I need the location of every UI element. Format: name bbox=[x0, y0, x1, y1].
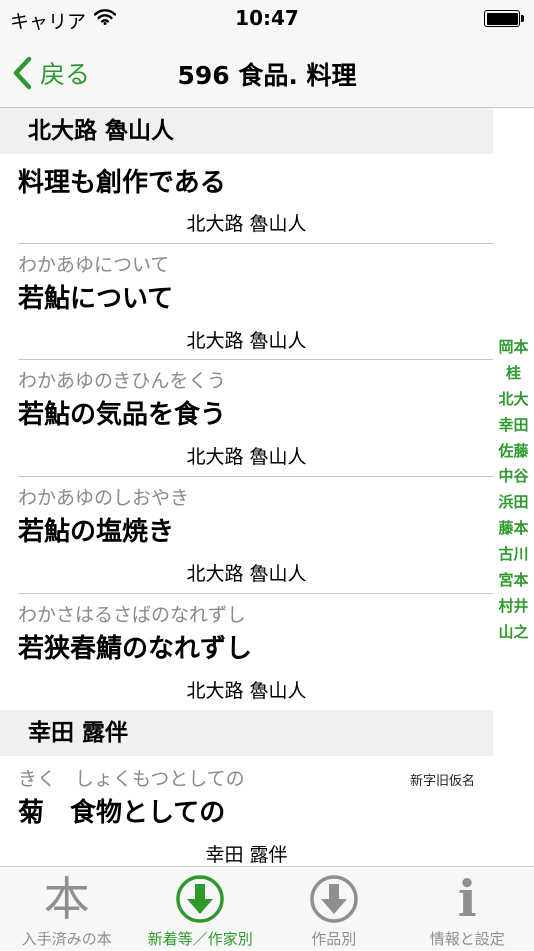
work-author: 北大路 魯山人 bbox=[0, 559, 493, 586]
work-author: 幸田 露伴 bbox=[0, 840, 493, 866]
list-item[interactable]: きく しょくもつとしての 新字旧仮名 菊 食物としての 幸田 露伴 bbox=[0, 756, 493, 866]
index-item[interactable]: 桂 bbox=[493, 361, 534, 387]
index-item[interactable]: 佐藤 bbox=[493, 439, 534, 465]
index-item[interactable]: 古川 bbox=[493, 542, 534, 568]
work-reading: きく しょくもつとしての bbox=[18, 764, 245, 791]
index-item[interactable]: 中谷 bbox=[493, 464, 534, 490]
work-author: 北大路 魯山人 bbox=[0, 442, 493, 469]
tab-new-by-author[interactable]: 新着等／作家別 bbox=[134, 867, 268, 951]
tab-bar: 本 入手済みの本 新着等／作家別 作品別 i 情報と設定 bbox=[0, 866, 534, 950]
work-title: 若鮎の気品を食う bbox=[18, 394, 226, 431]
list-item[interactable]: わかあゆのきひんをくう 若鮎の気品を食う 北大路 魯山人 bbox=[0, 360, 493, 476]
status-bar: キャリア 10:47 bbox=[0, 0, 534, 36]
tab-label: 情報と設定 bbox=[401, 928, 534, 949]
work-title: 若狭春鯖のなれずし bbox=[18, 628, 252, 665]
work-author: 北大路 魯山人 bbox=[0, 326, 493, 353]
section-header-author: 北大路 魯山人 bbox=[0, 108, 493, 154]
work-author: 北大路 魯山人 bbox=[0, 676, 493, 703]
tab-by-work[interactable]: 作品別 bbox=[267, 867, 401, 951]
orthography-badge: 新字旧仮名 bbox=[410, 770, 475, 789]
page-title: 596 食品. 料理 bbox=[0, 56, 534, 92]
book-icon: 本 bbox=[0, 872, 134, 926]
work-reading: わかあゆのきひんをくう bbox=[18, 366, 226, 393]
tab-label: 新着等／作家別 bbox=[134, 928, 268, 949]
section-header-author: 幸田 露伴 bbox=[0, 710, 493, 756]
download-circle-icon bbox=[134, 872, 268, 926]
list-item[interactable]: わかあゆについて 若鮎について 北大路 魯山人 bbox=[0, 244, 493, 360]
navigation-bar: 戻る 596 食品. 料理 bbox=[0, 36, 534, 108]
tab-label: 作品別 bbox=[267, 928, 401, 949]
download-circle-icon bbox=[267, 872, 401, 926]
index-item[interactable]: 岡本 bbox=[493, 335, 534, 361]
work-title: 料理も創作である bbox=[18, 162, 226, 199]
list-item[interactable]: わかあゆのしおやき 若鮎の塩焼き 北大路 魯山人 bbox=[0, 477, 493, 593]
battery-icon bbox=[484, 10, 524, 27]
index-item[interactable]: 浜田 bbox=[493, 490, 534, 516]
work-reading: わかあゆについて bbox=[18, 250, 169, 277]
work-reading: わかさはるさばのなれずし bbox=[18, 600, 246, 627]
work-title: 菊 食物としての bbox=[18, 792, 225, 829]
tab-info-settings[interactable]: i 情報と設定 bbox=[401, 867, 534, 951]
list-item[interactable]: 料理も創作である 北大路 魯山人 bbox=[0, 154, 493, 243]
index-item[interactable]: 藤本 bbox=[493, 516, 534, 542]
section-index-bar[interactable]: 岡本 桂 北大 幸田 佐藤 中谷 浜田 藤本 古川 宮本 村井 山之 bbox=[493, 335, 534, 646]
tab-owned-books[interactable]: 本 入手済みの本 bbox=[0, 867, 134, 951]
index-item[interactable]: 村井 bbox=[493, 594, 534, 620]
index-item[interactable]: 北大 bbox=[493, 387, 534, 413]
index-item[interactable]: 山之 bbox=[493, 620, 534, 646]
tab-label: 入手済みの本 bbox=[0, 928, 134, 949]
list-item[interactable]: わかさはるさばのなれずし 若狭春鯖のなれずし 北大路 魯山人 bbox=[0, 594, 493, 710]
work-title: 若鮎について bbox=[18, 278, 173, 315]
info-icon: i bbox=[401, 872, 534, 926]
work-author: 北大路 魯山人 bbox=[0, 209, 493, 236]
index-item[interactable]: 宮本 bbox=[493, 568, 534, 594]
index-item[interactable]: 幸田 bbox=[493, 413, 534, 439]
work-title: 若鮎の塩焼き bbox=[18, 511, 174, 548]
status-time: 10:47 bbox=[0, 6, 534, 30]
works-list[interactable]: 北大路 魯山人 料理も創作である 北大路 魯山人 わかあゆについて 若鮎について… bbox=[0, 108, 534, 866]
work-reading: わかあゆのしおやき bbox=[18, 483, 189, 510]
